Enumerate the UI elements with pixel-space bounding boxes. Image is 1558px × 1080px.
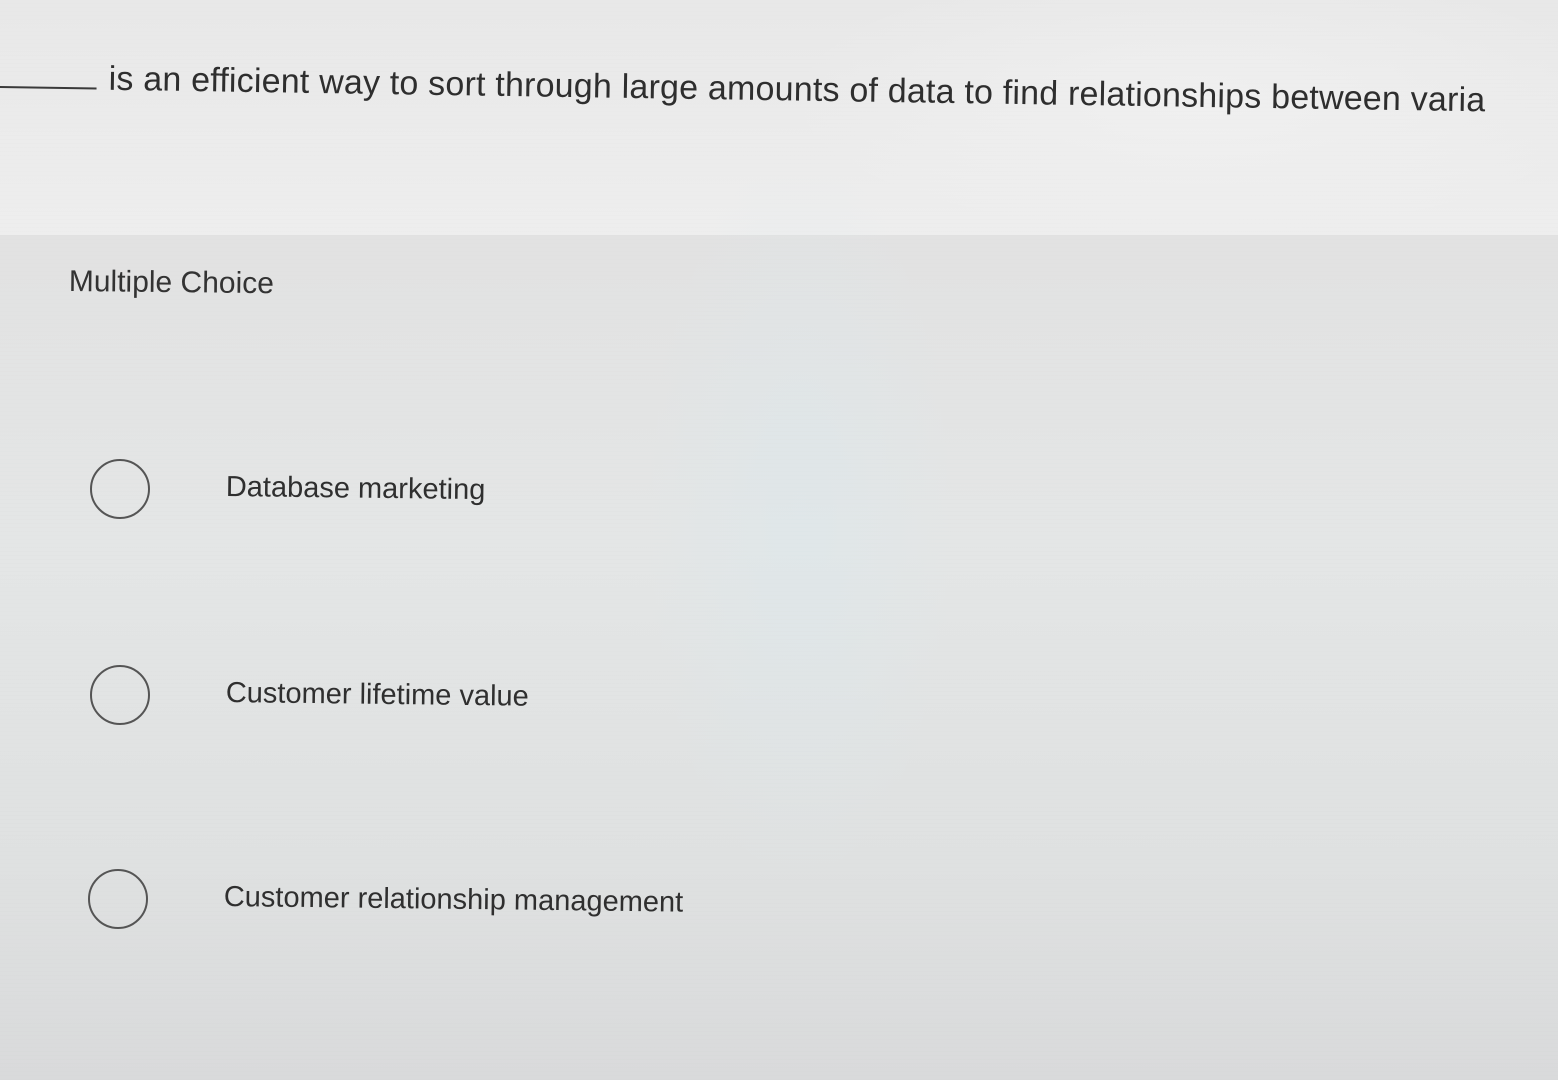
answer-option[interactable]: Database marketing — [90, 459, 890, 529]
radio-button-icon[interactable] — [90, 459, 150, 519]
option-label[interactable]: Database marketing — [226, 471, 486, 507]
answer-blank — [0, 58, 97, 90]
radio-button-icon[interactable] — [88, 869, 148, 929]
answer-option[interactable]: Customer lifetime value — [90, 665, 890, 735]
option-label[interactable]: Customer lifetime value — [226, 677, 529, 714]
answer-option[interactable]: Customer relationship management — [88, 869, 888, 939]
radio-button-icon[interactable] — [90, 665, 150, 725]
question-type-label: Multiple Choice — [68, 265, 275, 301]
option-label[interactable]: Customer relationship management — [224, 881, 684, 920]
